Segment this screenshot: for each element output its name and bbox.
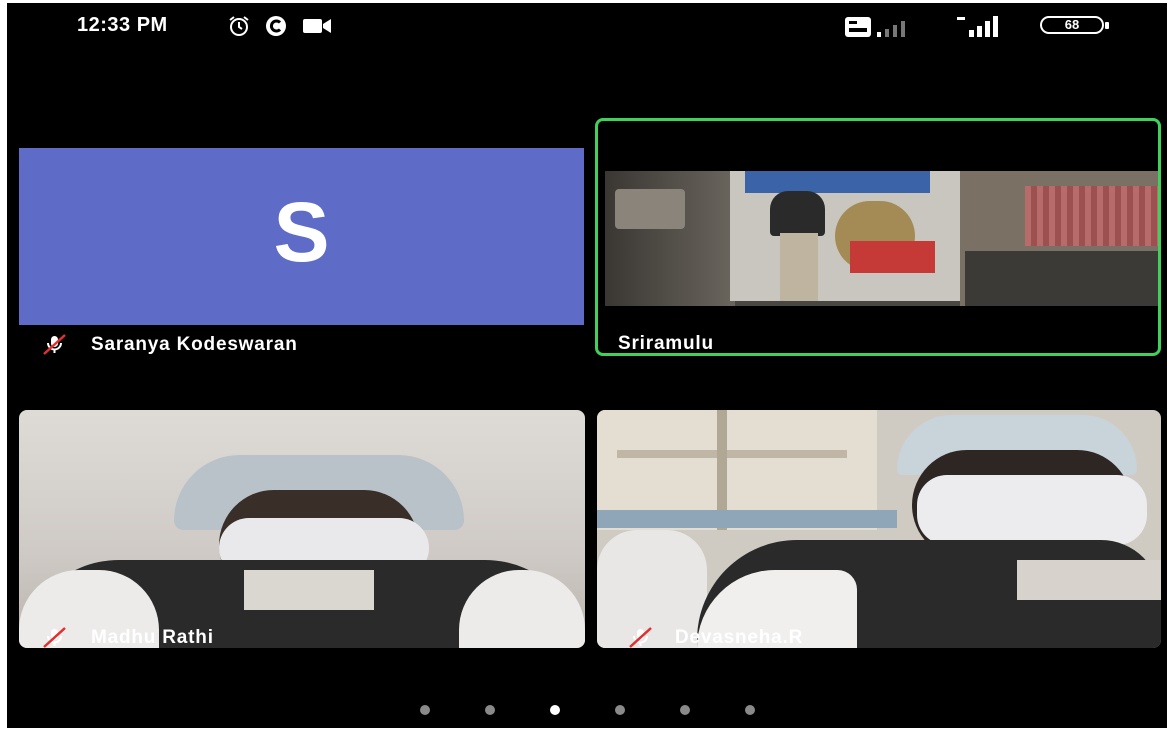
- avatar: S: [19, 148, 584, 325]
- page-dot[interactable]: [680, 705, 690, 715]
- participant-video: [19, 410, 585, 648]
- participant-tile[interactable]: Madhu Rathi: [19, 410, 585, 648]
- battery-level: 68: [1064, 17, 1080, 32]
- page-indicator: [7, 705, 1167, 715]
- participant-video: [605, 171, 1158, 306]
- volte-icon: [845, 17, 871, 37]
- avatar-letter: S: [273, 185, 330, 279]
- participant-name: Madhu Rathi: [91, 627, 214, 648]
- participant-tile-active[interactable]: Sriramulu: [595, 118, 1161, 356]
- participant-tile[interactable]: Devasneha.R: [597, 410, 1161, 648]
- status-bar: 12:33 PM 68: [7, 3, 1167, 47]
- c-badge-icon: [266, 16, 286, 36]
- participant-video: [597, 410, 1161, 648]
- participant-name: Devasneha.R: [675, 627, 804, 648]
- signal-icon: [877, 21, 905, 37]
- page-dot-active[interactable]: [550, 705, 560, 715]
- status-time: 12:33 PM: [77, 14, 168, 36]
- participant-name: Saranya Kodeswaran: [91, 334, 298, 355]
- page-dot[interactable]: [485, 705, 495, 715]
- page-dot[interactable]: [420, 705, 430, 715]
- participant-name: Sriramulu: [618, 333, 714, 354]
- muted-mic-icon: [43, 627, 66, 648]
- meeting-screen: 12:33 PM 68 S Saranya Kodeswaran Sriramu…: [7, 3, 1167, 728]
- muted-mic-icon: [43, 334, 66, 355]
- page-dot[interactable]: [615, 705, 625, 715]
- signal-icon: [957, 16, 998, 37]
- battery-icon: 68: [1040, 16, 1110, 36]
- participant-tile[interactable]: S Saranya Kodeswaran: [19, 148, 584, 358]
- muted-mic-icon: [629, 627, 652, 648]
- alarm-icon: [229, 16, 249, 36]
- video-camera-icon: [303, 19, 331, 33]
- page-dot[interactable]: [745, 705, 755, 715]
